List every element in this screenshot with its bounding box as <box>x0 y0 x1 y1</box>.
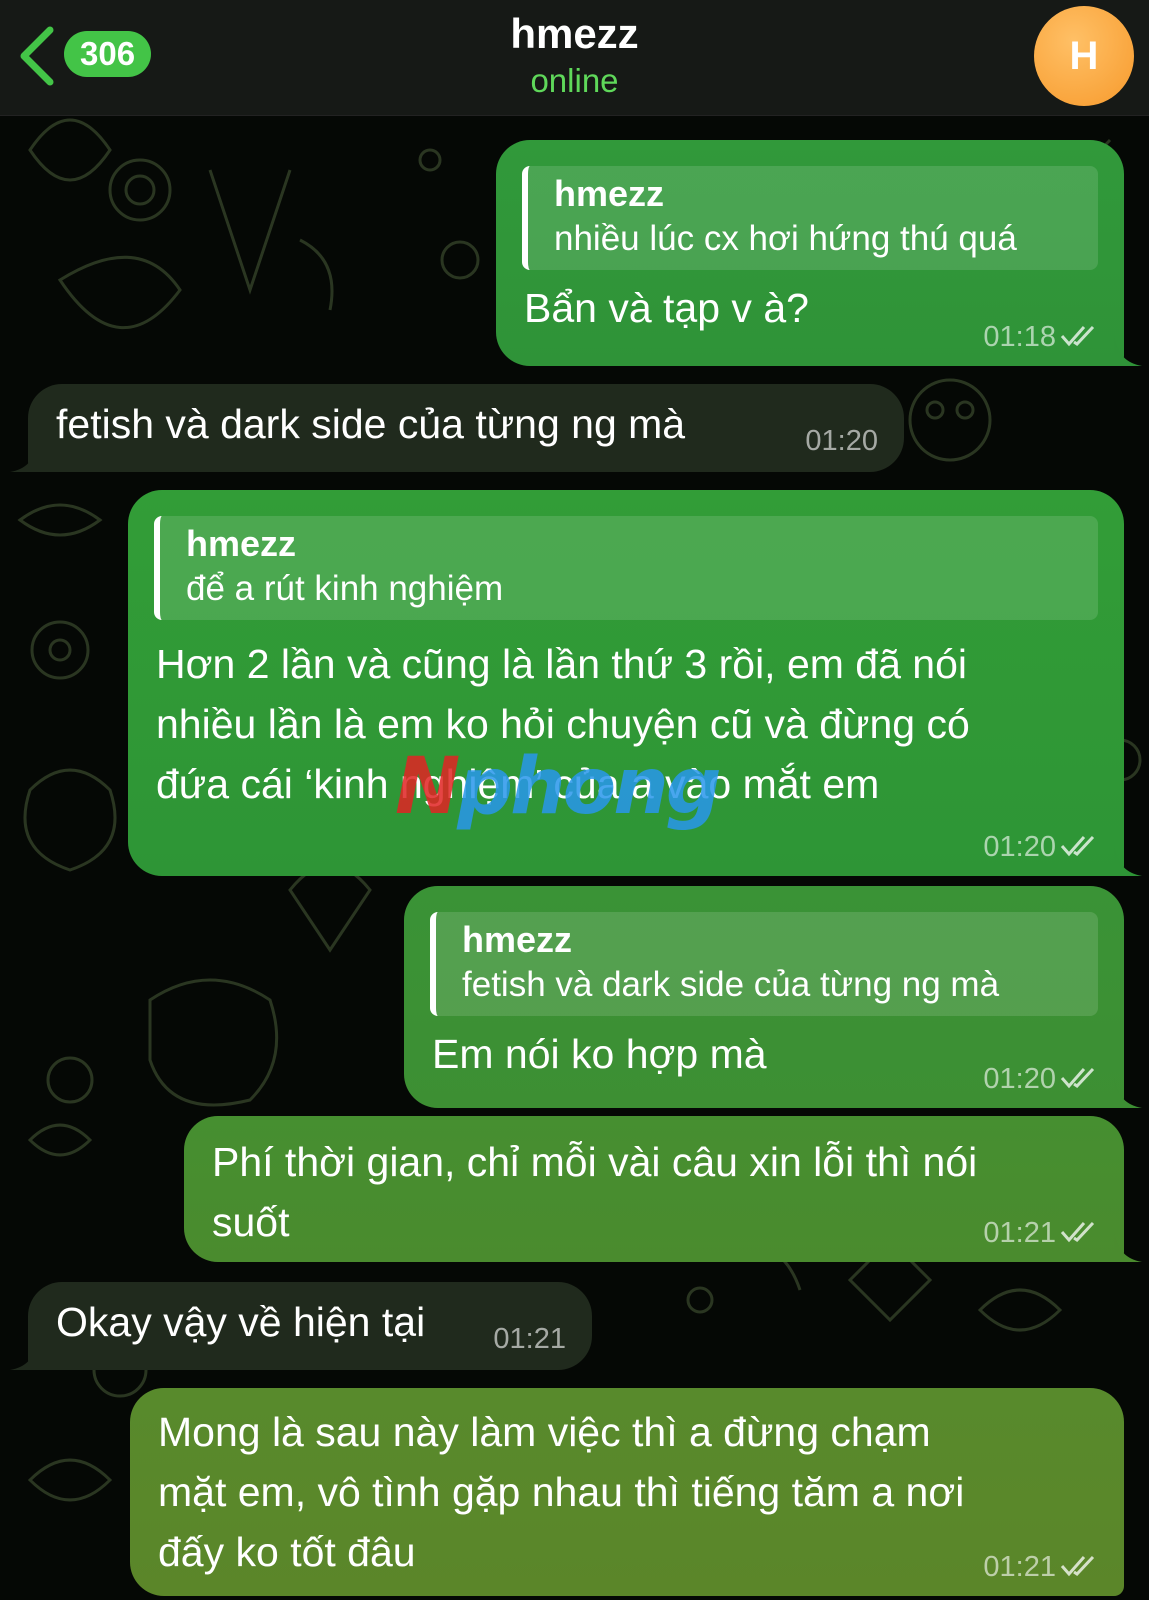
reply-text: fetish và dark side của từng ng mà <box>462 965 1000 1004</box>
message-text: Hơn 2 lần và cũng là lần thứ 3 rồi, em đ… <box>156 641 970 807</box>
read-checkmarks-icon <box>1060 1555 1095 1577</box>
avatar[interactable]: H <box>1034 6 1134 106</box>
reply-author: hmezz <box>554 173 665 214</box>
message-time: 01:20 <box>983 1062 1098 1096</box>
message-time: 01:20 <box>983 830 1098 864</box>
reply-author: hmezz <box>186 523 297 564</box>
chat-title[interactable]: hmezz <box>0 10 1149 58</box>
reply-text: nhiều lúc cx hơi hứng thú quá <box>554 219 1017 258</box>
reply-quote[interactable]: hmezz fetish và dark side của từng ng mà <box>430 912 1098 1016</box>
message-text: Mong là sau này làm việc thì a đừng chạm… <box>158 1409 965 1575</box>
reply-quote[interactable]: hmezz để a rút kinh nghiệm <box>154 516 1098 620</box>
read-checkmarks-icon <box>1060 1067 1095 1089</box>
chat-header: 306 hmezz online H <box>0 0 1149 116</box>
message-bubble-incoming[interactable]: fetish và dark side của từng ng mà 01:20 <box>10 384 904 472</box>
reply-quote[interactable]: hmezz nhiều lúc cx hơi hứng thú quá <box>522 166 1098 270</box>
message-time: 01:18 <box>983 320 1098 354</box>
message-time: 01:20 <box>805 425 878 457</box>
message-time: 01:21 <box>493 1323 566 1355</box>
read-checkmarks-icon <box>1060 325 1095 347</box>
online-status: online <box>530 62 619 99</box>
message-time: 01:21 <box>983 1216 1098 1250</box>
message-bubble-outgoing[interactable]: hmezz để a rút kinh nghiệm Hơn 2 lần và … <box>128 490 1142 876</box>
read-checkmarks-icon <box>1060 835 1095 857</box>
message-bubble-outgoing[interactable]: hmezz fetish và dark side của từng ng mà… <box>404 886 1142 1108</box>
message-bubble-outgoing[interactable]: hmezz nhiều lúc cx hơi hứng thú quá Bẩn … <box>496 140 1142 366</box>
message-text: fetish và dark side của từng ng mà <box>56 401 686 447</box>
reply-text: để a rút kinh nghiệm <box>186 569 504 608</box>
reply-author: hmezz <box>462 919 573 960</box>
message-bubble-incoming[interactable]: Okay vậy về hiện tại 01:21 <box>10 1282 592 1370</box>
read-checkmarks-icon <box>1060 1221 1095 1243</box>
message-time: 01:21 <box>983 1550 1098 1584</box>
message-bubble-outgoing[interactable]: Mong là sau này làm việc thì a đừng chạm… <box>130 1388 1124 1596</box>
message-bubble-outgoing[interactable]: Phí thời gian, chỉ mỗi vài câu xin lỗi t… <box>184 1116 1142 1262</box>
